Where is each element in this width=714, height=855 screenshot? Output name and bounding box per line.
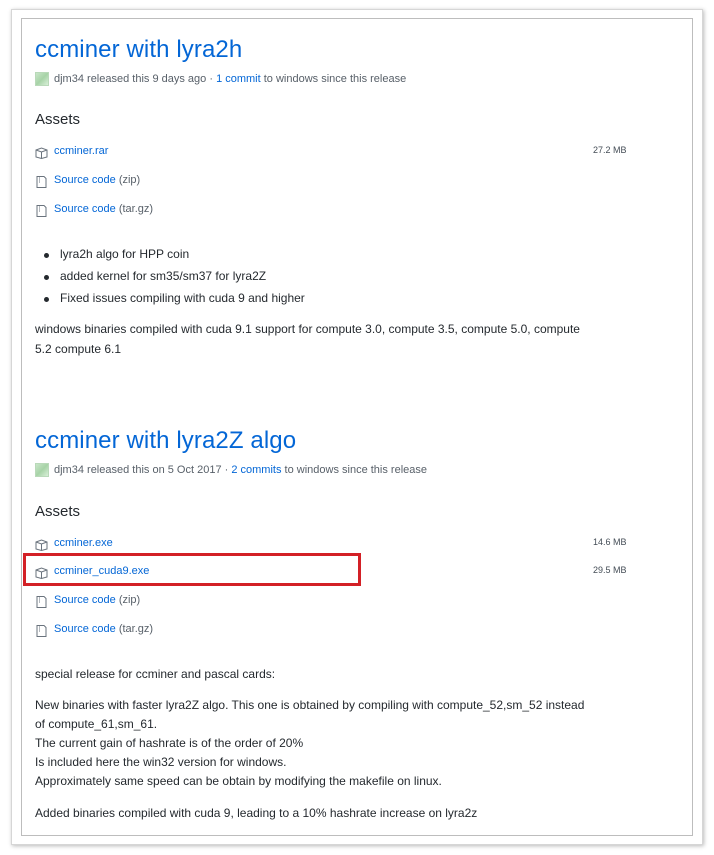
release-date: released this on 5 Oct 2017 · (87, 464, 229, 476)
asset-link[interactable]: Source code (zip) (54, 594, 140, 606)
asset-size: 14.6 MB (593, 537, 627, 547)
asset-link[interactable]: Source code (tar.gz) (54, 203, 153, 215)
asset-name[interactable]: Source code (54, 594, 116, 606)
asset-link[interactable]: Source code (zip) (54, 174, 140, 186)
file-zip-icon (36, 596, 47, 608)
bullet-dot (44, 297, 49, 302)
since-text: to windows since this release (263, 73, 407, 85)
avatar[interactable] (35, 72, 49, 86)
asset-name[interactable]: Source code (54, 174, 116, 186)
description-line: windows binaries compiled with cuda 9.1 … (35, 322, 580, 336)
description-line: The current gain of hashrate is of the o… (35, 736, 304, 750)
description-line: Approximately same speed can be obtain b… (35, 774, 442, 788)
list-item: lyra2h algo for HPP coin (60, 247, 190, 261)
asset-size: 27.2 MB (593, 145, 627, 155)
file-zip-icon (36, 205, 47, 217)
release-title[interactable]: ccminer with lyra2h (35, 36, 242, 64)
asset-link[interactable]: ccminer.exe (54, 537, 113, 549)
description-line: of compute_61,sm_61. (35, 717, 158, 731)
asset-row[interactable]: Source code (zip) (35, 594, 635, 610)
description-line: Is included here the win32 version for w… (35, 755, 287, 769)
since-text: to windows since this release (284, 464, 427, 476)
asset-ext: (zip) (118, 594, 141, 606)
asset-link[interactable]: Source code (tar.gz) (54, 623, 153, 635)
commits-link[interactable]: 2 commits (231, 464, 281, 476)
description-line: special release for ccminer and pascal c… (35, 667, 276, 681)
bullet-dot (44, 253, 49, 258)
asset-row[interactable]: ccminer.rar 27.2 MB (35, 145, 635, 161)
asset-ext: (tar.gz) (118, 623, 154, 635)
highlight-box (23, 553, 361, 586)
asset-row[interactable]: Source code (tar.gz) (35, 623, 635, 639)
bullet-dot (44, 275, 49, 280)
author-link[interactable]: djm34 (54, 464, 84, 476)
description-line: New binaries with faster lyra2Z algo. Th… (35, 698, 585, 712)
package-icon (35, 539, 48, 551)
asset-name[interactable]: Source code (54, 203, 116, 215)
asset-size: 29.5 MB (593, 565, 627, 575)
asset-link[interactable]: ccminer.rar (54, 145, 108, 157)
release-date: released this 9 days ago · (87, 73, 213, 85)
asset-row[interactable]: Source code (tar.gz) (35, 203, 635, 219)
asset-name[interactable]: Source code (54, 623, 116, 635)
package-icon (35, 147, 48, 159)
release-title[interactable]: ccminer with lyra2Z algo (35, 427, 296, 455)
release-meta: djm34 released this on 5 Oct 2017 · 2 co… (54, 464, 427, 476)
asset-row[interactable]: ccminer.exe 14.6 MB (35, 537, 635, 553)
avatar[interactable] (35, 463, 49, 477)
file-zip-icon (36, 176, 47, 188)
author-link[interactable]: djm34 (54, 73, 84, 85)
asset-row[interactable]: Source code (zip) (35, 174, 635, 190)
list-item: added kernel for sm35/sm37 for lyra2Z (60, 269, 267, 283)
description-line: 5.2 compute 6.1 (35, 342, 122, 356)
release-meta: djm34 released this 9 days ago · 1 commi… (54, 73, 406, 85)
asset-ext: (zip) (118, 174, 141, 186)
asset-ext: (tar.gz) (118, 203, 154, 215)
file-zip-icon (36, 625, 47, 637)
assets-heading: Assets (35, 111, 81, 128)
commits-link[interactable]: 1 commit (216, 73, 261, 85)
assets-heading: Assets (35, 503, 81, 520)
description-line: Added binaries compiled with cuda 9, lea… (35, 806, 478, 820)
list-item: Fixed issues compiling with cuda 9 and h… (60, 291, 305, 305)
